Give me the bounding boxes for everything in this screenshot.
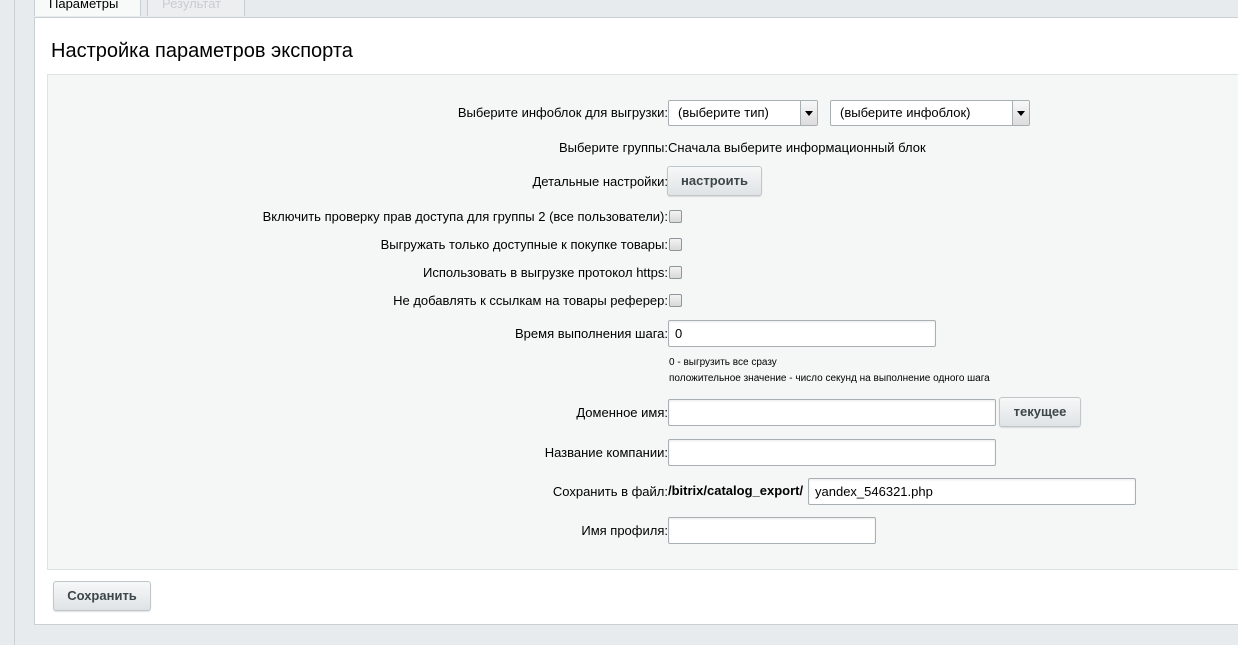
checkbox-https[interactable] — [669, 266, 682, 279]
company-label: Название компании: — [544, 445, 668, 460]
chevron-down-icon — [800, 101, 817, 125]
iblock-select-value: (выберите инфоблок) — [840, 105, 971, 120]
type-select-value: (выберите тип) — [678, 105, 769, 120]
profile-input[interactable] — [668, 517, 876, 544]
checkbox-referer[interactable] — [669, 294, 682, 307]
checkbox-access[interactable] — [669, 210, 682, 223]
footer-strip — [34, 625, 1238, 645]
file-path-prefix: /bitrix/catalog_export/ — [668, 483, 804, 498]
main-panel: Настройка параметров экспорта Выберите и… — [34, 17, 1238, 625]
file-name-input[interactable]: yandex_546321.php — [808, 478, 1136, 505]
save-button[interactable]: Сохранить — [53, 581, 151, 611]
tab-result[interactable]: Результат — [147, 0, 245, 16]
checkbox-https-label: Использовать в выгрузке протокол https: — [422, 265, 668, 280]
step-hint-2: положительное значение - число секунд на… — [669, 373, 990, 384]
groups-label: Выберите группы: — [558, 140, 668, 155]
iblock-label: Выберите инфоблок для выгрузки: — [457, 105, 668, 120]
detail-label: Детальные настройки: — [532, 174, 668, 189]
step-hint-1: 0 - выгрузить все сразу — [669, 357, 777, 368]
file-label: Сохранить в файл: — [552, 484, 668, 499]
chevron-down-icon — [1012, 101, 1029, 125]
type-select[interactable]: (выберите тип) — [668, 100, 818, 126]
step-time-input[interactable]: 0 — [668, 320, 936, 347]
tab-parameters[interactable]: Параметры — [34, 0, 141, 16]
domain-input[interactable] — [668, 399, 996, 426]
configure-button[interactable]: настроить — [667, 166, 762, 196]
checkbox-referer-label: Не добавлять к ссылкам на товары реферер… — [393, 293, 668, 308]
checkbox-access-label: Включить проверку прав доступа для групп… — [262, 209, 668, 224]
checkbox-available-label: Выгружать только доступные к покупке тов… — [380, 237, 668, 252]
step-time-label: Время выполнения шага: — [515, 326, 668, 341]
profile-label: Имя профиля: — [581, 523, 668, 538]
settings-form: Выберите инфоблок для выгрузки: (выберит… — [47, 74, 1238, 570]
current-domain-button[interactable]: текущее — [999, 397, 1081, 427]
iblock-select[interactable]: (выберите инфоблок) — [830, 100, 1030, 126]
company-input[interactable] — [668, 439, 996, 466]
domain-label: Доменное имя: — [576, 405, 668, 420]
groups-value: Сначала выберите информационный блок — [668, 140, 926, 155]
left-border-strip — [0, 0, 15, 645]
page-title: Настройка параметров экспорта — [51, 40, 353, 62]
checkbox-available[interactable] — [669, 238, 682, 251]
